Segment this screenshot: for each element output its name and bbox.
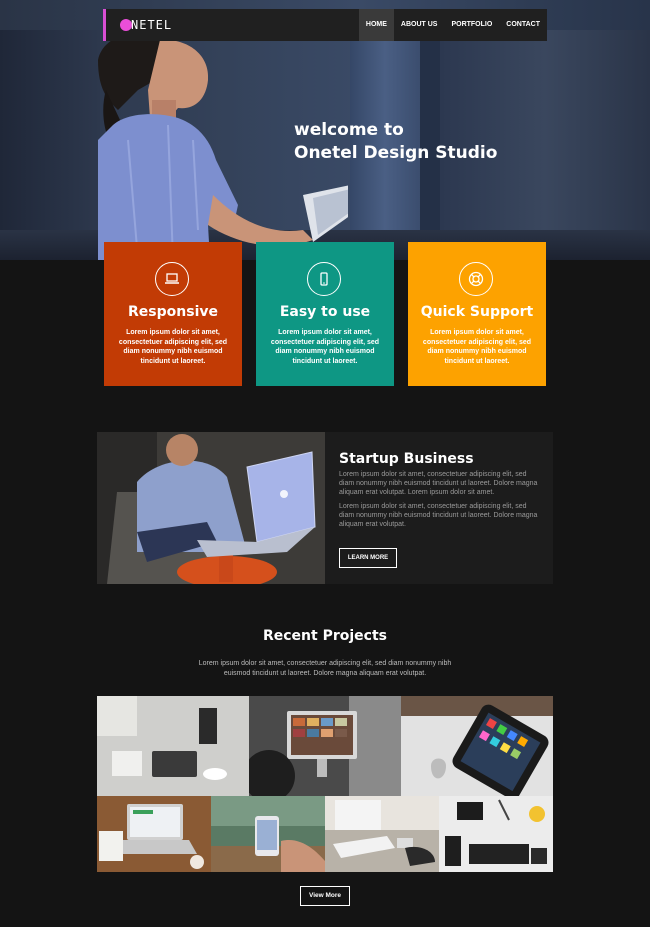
hero-line-2: Onetel Design Studio — [294, 143, 498, 163]
recent-projects-title: Recent Projects — [262, 628, 387, 644]
about-paragraph: Lorem ipsum dolor sit amet, consectetuer… — [339, 503, 538, 528]
top-navbar: NETEL HOME ABOUT US PORTFOLIO CONTACT — [103, 9, 547, 41]
feature-title: Easy to use — [279, 304, 371, 320]
feature-card-quick-support: Quick Support Lorem ipsum dolor sit amet… — [408, 242, 546, 386]
learn-more-button[interactable]: LEARN MORE — [339, 548, 397, 568]
lifebuoy-icon — [459, 262, 493, 296]
nav-accent-bar — [103, 9, 106, 41]
about-paragraph: Lorem ipsum dolor sit amet, consectetuer… — [339, 471, 538, 496]
man-with-laptop-image — [97, 432, 325, 584]
nav-item-about-us[interactable]: ABOUT US — [394, 9, 445, 41]
view-more-button[interactable]: View More — [300, 886, 350, 906]
feature-title: Responsive — [128, 304, 218, 320]
startup-business-section: Startup Business Lorem ipsum dolor sit a… — [97, 432, 553, 584]
laptop-icon — [155, 262, 189, 296]
project-thumb-workspace[interactable] — [325, 796, 439, 872]
nav-item-home[interactable]: HOME — [358, 9, 394, 41]
nav-item-contact[interactable]: CONTACT — [499, 9, 547, 41]
hero-heading: welcome to Onetel Design Studio — [294, 119, 497, 165]
nav-item-portfolio[interactable]: PORTFOLIO — [444, 9, 499, 41]
feature-card-easy-to-use: Easy to use Lorem ipsum dolor sit amet, … — [256, 242, 394, 386]
about-title: Startup Business — [339, 451, 474, 467]
mobile-icon — [307, 262, 341, 296]
feature-text: Lorem ipsum dolor sit amet, consectetuer… — [422, 329, 532, 365]
nav-menu: HOME ABOUT US PORTFOLIO CONTACT — [358, 9, 547, 41]
recent-projects-text: Lorem ipsum dolor sit amet, consectetuer… — [198, 660, 452, 677]
feature-text: Lorem ipsum dolor sit amet, consectetuer… — [118, 329, 228, 365]
project-thumb-imac[interactable] — [249, 696, 401, 796]
project-thumb-iphone[interactable] — [401, 696, 553, 796]
project-thumb-macbook[interactable] — [97, 796, 211, 872]
feature-title: Quick Support — [420, 304, 534, 320]
project-thumb-flatlay[interactable] — [439, 796, 553, 872]
feature-card-responsive: Responsive Lorem ipsum dolor sit amet, c… — [104, 242, 242, 386]
hero-line-1: welcome to — [294, 120, 404, 140]
project-thumb-desk[interactable] — [97, 696, 249, 796]
feature-text: Lorem ipsum dolor sit amet, consectetuer… — [270, 329, 380, 365]
project-thumb-phone-hand[interactable] — [211, 796, 325, 872]
logo-text[interactable]: NETEL — [131, 18, 172, 32]
